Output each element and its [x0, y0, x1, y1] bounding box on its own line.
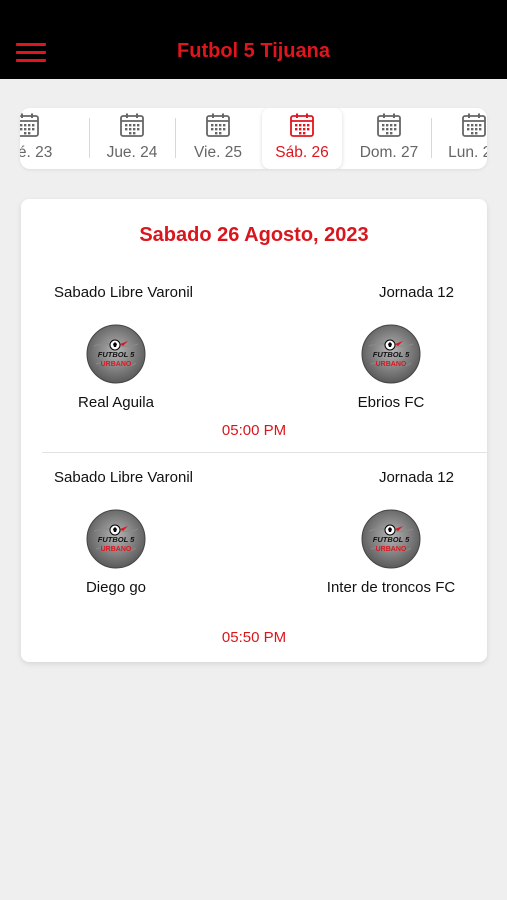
- team-name: Real Aguila: [78, 394, 154, 411]
- match-schedule-card: Sabado 26 Agosto, 2023 Sabado Libre Varo…: [21, 199, 487, 662]
- match-time: 05:00 PM: [221, 422, 287, 439]
- away-team[interactable]: FUTBOL 5 URBANO Inter de troncos FC: [316, 509, 466, 599]
- calendar-icon: [377, 113, 401, 137]
- date-label: Lun. 28: [448, 144, 487, 161]
- date-divider: [431, 118, 432, 158]
- home-team[interactable]: FUTBOL 5 URBANO Diego go: [41, 509, 191, 599]
- date-label: Sáb. 26: [275, 144, 329, 161]
- logo-text: FUTBOL 5: [98, 350, 135, 359]
- schedule-date-title: Sabado 26 Agosto, 2023: [139, 224, 369, 246]
- match-time: 05:50 PM: [221, 629, 287, 646]
- app-header: Futbol 5 Tijuana: [0, 0, 507, 79]
- match-item[interactable]: Sabado Libre Varonil Jornada 12 FUTBOL 5…: [21, 469, 487, 649]
- calendar-icon: [120, 113, 144, 137]
- logo-text: FUTBOL 5: [373, 535, 410, 544]
- match-item[interactable]: Sabado Libre Varonil Jornada 12 FUTBOL 5…: [21, 284, 487, 454]
- calendar-icon: [20, 113, 39, 137]
- date-item-vie-25[interactable]: Vie. 25: [178, 108, 258, 169]
- team-logo-icon: FUTBOL 5 URBANO: [361, 324, 421, 384]
- date-divider: [175, 118, 176, 158]
- calendar-icon: [462, 113, 486, 137]
- date-selector[interactable]: Mié. 23 Jue. 24 Vie. 25 Sáb. 26 Dom. 27 …: [20, 108, 487, 169]
- team-name: Ebrios FC: [357, 394, 425, 411]
- logo-text: URBANO: [376, 546, 407, 553]
- match-league: Sabado Libre Varonil: [54, 284, 193, 301]
- date-label: Dom. 27: [359, 144, 419, 161]
- away-team[interactable]: FUTBOL 5 URBANO Ebrios FC: [316, 324, 466, 414]
- date-divider: [89, 118, 90, 158]
- date-label: Mié. 23: [20, 144, 53, 161]
- home-team[interactable]: FUTBOL 5 URBANO Real Aguila: [41, 324, 191, 414]
- app-title: Futbol 5 Tijuana: [177, 40, 330, 62]
- logo-text: URBANO: [101, 546, 132, 553]
- date-item-jue-24[interactable]: Jue. 24: [92, 108, 172, 169]
- logo-text: FUTBOL 5: [373, 350, 410, 359]
- match-divider: [42, 452, 487, 453]
- team-logo-icon: FUTBOL 5 URBANO: [86, 509, 146, 569]
- team-name: Inter de troncos FC: [326, 579, 456, 596]
- calendar-icon: [206, 113, 230, 137]
- date-item-lun-28[interactable]: Lun. 28: [434, 108, 487, 169]
- team-logo-icon: FUTBOL 5 URBANO: [361, 509, 421, 569]
- logo-text: URBANO: [101, 361, 132, 368]
- match-round: Jornada 12: [378, 284, 454, 301]
- date-item-sab-26[interactable]: Sáb. 26: [262, 108, 342, 169]
- date-label: Jue. 24: [106, 144, 158, 161]
- match-league: Sabado Libre Varonil: [54, 469, 193, 486]
- calendar-icon: [290, 113, 314, 137]
- date-item-dom-27[interactable]: Dom. 27: [349, 108, 429, 169]
- team-name: Diego go: [85, 579, 147, 596]
- date-label: Vie. 25: [194, 144, 242, 161]
- team-logo-icon: FUTBOL 5 URBANO: [86, 324, 146, 384]
- logo-text: URBANO: [376, 361, 407, 368]
- match-round: Jornada 12: [378, 469, 454, 486]
- date-item-mie-23[interactable]: Mié. 23: [20, 108, 67, 169]
- logo-text: FUTBOL 5: [98, 535, 135, 544]
